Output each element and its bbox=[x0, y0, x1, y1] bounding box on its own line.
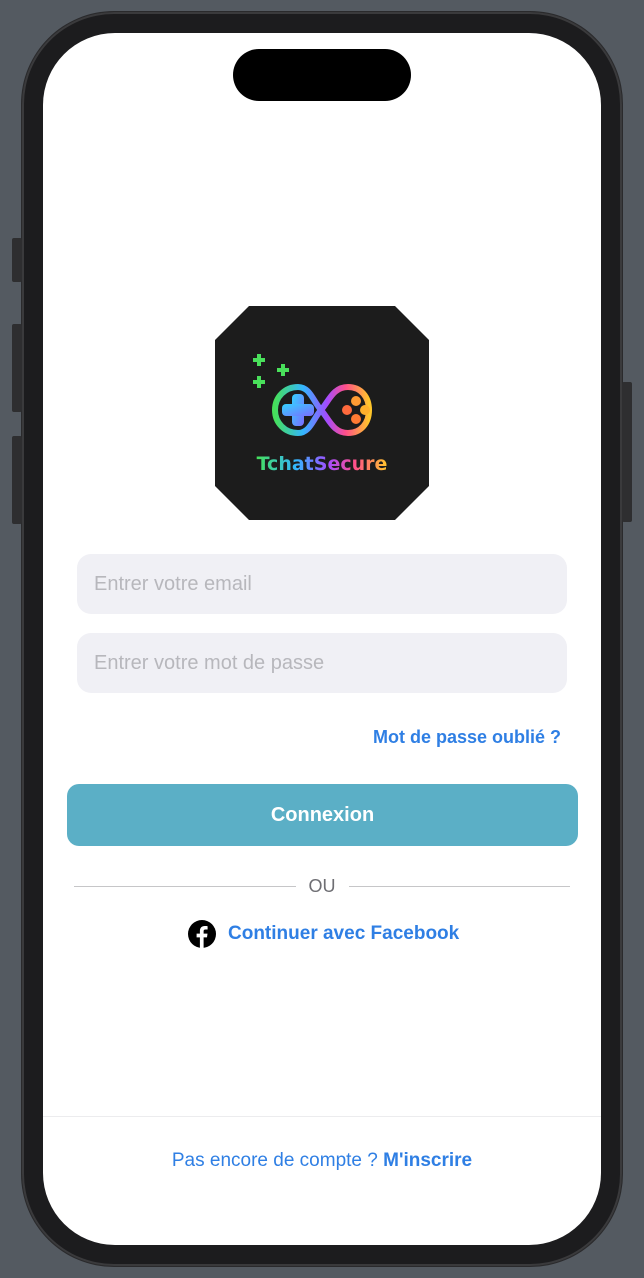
email-input[interactable] bbox=[77, 554, 567, 614]
volume-up-button bbox=[12, 324, 22, 412]
footer-separator bbox=[43, 1116, 601, 1117]
logo-brand-text: TchatSecure bbox=[257, 453, 388, 475]
or-divider: OU bbox=[74, 873, 570, 899]
tchatsecure-logo: TchatSecure bbox=[215, 306, 429, 520]
login-button-label: Connexion bbox=[270, 803, 375, 826]
power-button bbox=[622, 382, 632, 522]
forgot-password-link[interactable]: Mot de passe oublié ? bbox=[373, 727, 561, 748]
signup-link[interactable]: M'inscrire bbox=[383, 1150, 472, 1171]
login-button[interactable]: Connexion bbox=[67, 784, 578, 846]
dynamic-island bbox=[233, 49, 411, 101]
divider-label: OU bbox=[308, 875, 336, 896]
signup-prompt: Pas encore de compte ? M'inscrire bbox=[43, 1150, 601, 1172]
volume-down-button bbox=[12, 436, 22, 524]
facebook-login-button[interactable]: Continuer avec Facebook bbox=[188, 919, 459, 949]
facebook-label: Continuer avec Facebook bbox=[228, 923, 460, 944]
password-input[interactable] bbox=[77, 633, 567, 693]
divider-line-right bbox=[348, 885, 570, 887]
app-screen: TchatSecure Mot de passe oublié ? Connex… bbox=[43, 33, 601, 1245]
divider-line-left bbox=[74, 885, 296, 887]
signup-question: Pas encore de compte ? bbox=[171, 1150, 378, 1171]
facebook-icon bbox=[188, 920, 216, 948]
action-button bbox=[12, 238, 22, 282]
